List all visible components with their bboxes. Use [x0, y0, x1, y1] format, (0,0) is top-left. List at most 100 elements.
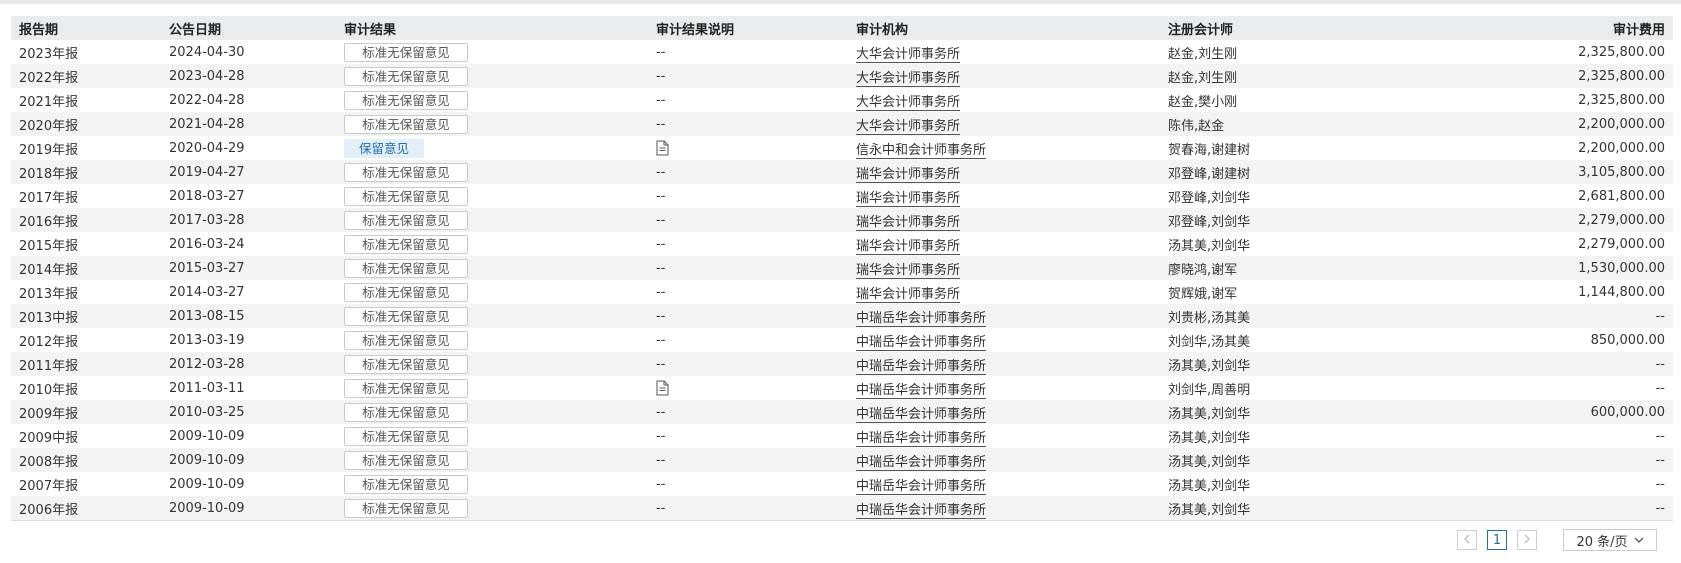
firm-link[interactable]: 大华会计师事务所	[856, 94, 961, 111]
page-1-button[interactable]: 1	[1487, 530, 1507, 550]
header-explain[interactable]: 审计结果说明	[648, 16, 848, 40]
result-badge[interactable]: 保留意见	[344, 138, 424, 158]
explain-text: --	[656, 356, 666, 372]
result-badge[interactable]: 标准无保留意见	[344, 330, 468, 350]
prev-page-button[interactable]	[1457, 530, 1477, 550]
header-fee[interactable]: 审计费用	[1420, 16, 1673, 40]
firm-link[interactable]: 瑞华会计师事务所	[856, 286, 961, 303]
firm-link[interactable]: 瑞华会计师事务所	[856, 190, 961, 207]
cell-result: 标准无保留意见	[336, 208, 648, 232]
header-result[interactable]: 审计结果	[336, 16, 648, 40]
cell-result: 标准无保留意见	[336, 160, 648, 184]
cell-explain: --	[648, 256, 848, 280]
result-badge[interactable]: 标准无保留意见	[344, 66, 468, 86]
explain-text: --	[656, 44, 666, 60]
cell-firm: 瑞华会计师事务所	[848, 280, 1160, 304]
cell-cpa: 廖晓鸿,谢军	[1168, 262, 1238, 278]
audit-table: 报告期 公告日期 审计结果 审计结果说明 审计机构 注册会计师 审计费用 202…	[11, 16, 1673, 520]
cell-result: 标准无保留意见	[336, 304, 648, 328]
header-cpa[interactable]: 注册会计师	[1160, 16, 1420, 40]
firm-link[interactable]: 信永中和会计师事务所	[856, 142, 987, 159]
top-divider	[0, 0, 1681, 4]
cell-firm: 中瑞岳华会计师事务所	[848, 352, 1160, 376]
result-badge[interactable]: 标准无保留意见	[344, 426, 468, 446]
next-page-button[interactable]	[1517, 530, 1537, 550]
cell-explain	[648, 376, 848, 400]
table-row: 2011年报 2012-03-28 标准无保留意见 -- 中瑞岳华会计师事务所 汤其美,刘…	[11, 352, 1673, 376]
result-badge[interactable]: 标准无保留意见	[344, 162, 468, 182]
explain-text: --	[656, 284, 666, 300]
firm-link[interactable]: 瑞华会计师事务所	[856, 262, 961, 279]
result-badge[interactable]: 标准无保留意见	[344, 234, 468, 254]
result-badge[interactable]: 标准无保留意见	[344, 210, 468, 230]
firm-link[interactable]: 大华会计师事务所	[856, 46, 961, 63]
explain-text: --	[656, 260, 666, 276]
table-row: 2006年报 2009-10-09 标准无保留意见 -- 中瑞岳华会计师事务所 汤其美,刘…	[11, 496, 1673, 520]
cell-period: 2009年报	[19, 406, 79, 422]
firm-link[interactable]: 中瑞岳华会计师事务所	[856, 406, 987, 423]
cell-period: 2013中报	[19, 310, 79, 326]
result-badge[interactable]: 标准无保留意见	[344, 498, 468, 518]
cell-explain: --	[648, 472, 848, 496]
header-firm[interactable]: 审计机构	[848, 16, 1160, 40]
chevron-down-icon	[1634, 533, 1644, 548]
cell-period: 2019年报	[19, 142, 79, 158]
result-badge[interactable]: 标准无保留意见	[344, 42, 468, 62]
firm-link[interactable]: 中瑞岳华会计师事务所	[856, 430, 987, 447]
result-badge[interactable]: 标准无保留意见	[344, 354, 468, 374]
table-row: 2017年报 2018-03-27 标准无保留意见 -- 瑞华会计师事务所 邓登峰,刘剑华…	[11, 184, 1673, 208]
cell-explain: --	[648, 184, 848, 208]
cell-explain: --	[648, 232, 848, 256]
firm-link[interactable]: 中瑞岳华会计师事务所	[856, 334, 987, 351]
firm-link[interactable]: 中瑞岳华会计师事务所	[856, 454, 987, 471]
firm-link[interactable]: 中瑞岳华会计师事务所	[856, 478, 987, 495]
cell-fee: 1,530,000.00	[1578, 260, 1665, 276]
cell-period: 2006年报	[19, 502, 79, 518]
page-size-select[interactable]: 20 条/页	[1563, 529, 1657, 551]
table-row: 2023年报 2024-04-30 标准无保留意见 -- 大华会计师事务所 赵金,刘生刚 2…	[11, 40, 1673, 64]
cell-result: 保留意见	[336, 136, 648, 160]
cell-cpa: 邓登峰,刘剑华	[1168, 190, 1251, 206]
cell-result: 标准无保留意见	[336, 40, 648, 64]
result-badge[interactable]: 标准无保留意见	[344, 306, 468, 326]
result-badge[interactable]: 标准无保留意见	[344, 474, 468, 494]
firm-link[interactable]: 瑞华会计师事务所	[856, 238, 961, 255]
result-badge[interactable]: 标准无保留意见	[344, 378, 468, 398]
table-row: 2010年报 2011-03-11 标准无保留意见 中瑞岳华会计师事务所 刘剑华,周善明…	[11, 376, 1673, 400]
firm-link[interactable]: 大华会计师事务所	[856, 118, 961, 135]
cell-cpa: 汤其美,刘剑华	[1168, 430, 1251, 446]
firm-link[interactable]: 中瑞岳华会计师事务所	[856, 358, 987, 375]
cell-period: 2014年报	[19, 262, 79, 278]
cell-firm: 瑞华会计师事务所	[848, 232, 1160, 256]
table-row: 2014年报 2015-03-27 标准无保留意见 -- 瑞华会计师事务所 廖晓鸿,谢军 1…	[11, 256, 1673, 280]
result-badge[interactable]: 标准无保留意见	[344, 402, 468, 422]
cell-firm: 中瑞岳华会计师事务所	[848, 400, 1160, 424]
firm-link[interactable]: 瑞华会计师事务所	[856, 214, 961, 231]
cell-fee: --	[1655, 476, 1665, 492]
document-icon[interactable]	[656, 380, 669, 396]
cell-explain: --	[648, 88, 848, 112]
cell-period: 2011年报	[19, 358, 79, 374]
result-badge[interactable]: 标准无保留意见	[344, 258, 468, 278]
cell-fee: 2,200,000.00	[1578, 140, 1665, 156]
result-badge[interactable]: 标准无保留意见	[344, 186, 468, 206]
firm-link[interactable]: 中瑞岳华会计师事务所	[856, 382, 987, 399]
result-badge[interactable]: 标准无保留意见	[344, 114, 468, 134]
firm-link[interactable]: 瑞华会计师事务所	[856, 166, 961, 183]
firm-link[interactable]: 大华会计师事务所	[856, 70, 961, 87]
cell-firm: 中瑞岳华会计师事务所	[848, 376, 1160, 400]
cell-explain: --	[648, 280, 848, 304]
cell-explain: --	[648, 160, 848, 184]
header-date[interactable]: 公告日期	[161, 16, 336, 40]
result-badge[interactable]: 标准无保留意见	[344, 90, 468, 110]
cell-cpa: 贺春海,谢建树	[1168, 142, 1251, 158]
result-badge[interactable]: 标准无保留意见	[344, 282, 468, 302]
header-period[interactable]: 报告期	[11, 16, 161, 40]
firm-link[interactable]: 中瑞岳华会计师事务所	[856, 310, 987, 327]
cell-fee: 1,144,800.00	[1578, 284, 1665, 300]
document-icon[interactable]	[656, 140, 669, 156]
firm-link[interactable]: 中瑞岳华会计师事务所	[856, 502, 987, 519]
cell-fee: 600,000.00	[1590, 404, 1665, 420]
result-badge[interactable]: 标准无保留意见	[344, 450, 468, 470]
cell-fee: 850,000.00	[1590, 332, 1665, 348]
